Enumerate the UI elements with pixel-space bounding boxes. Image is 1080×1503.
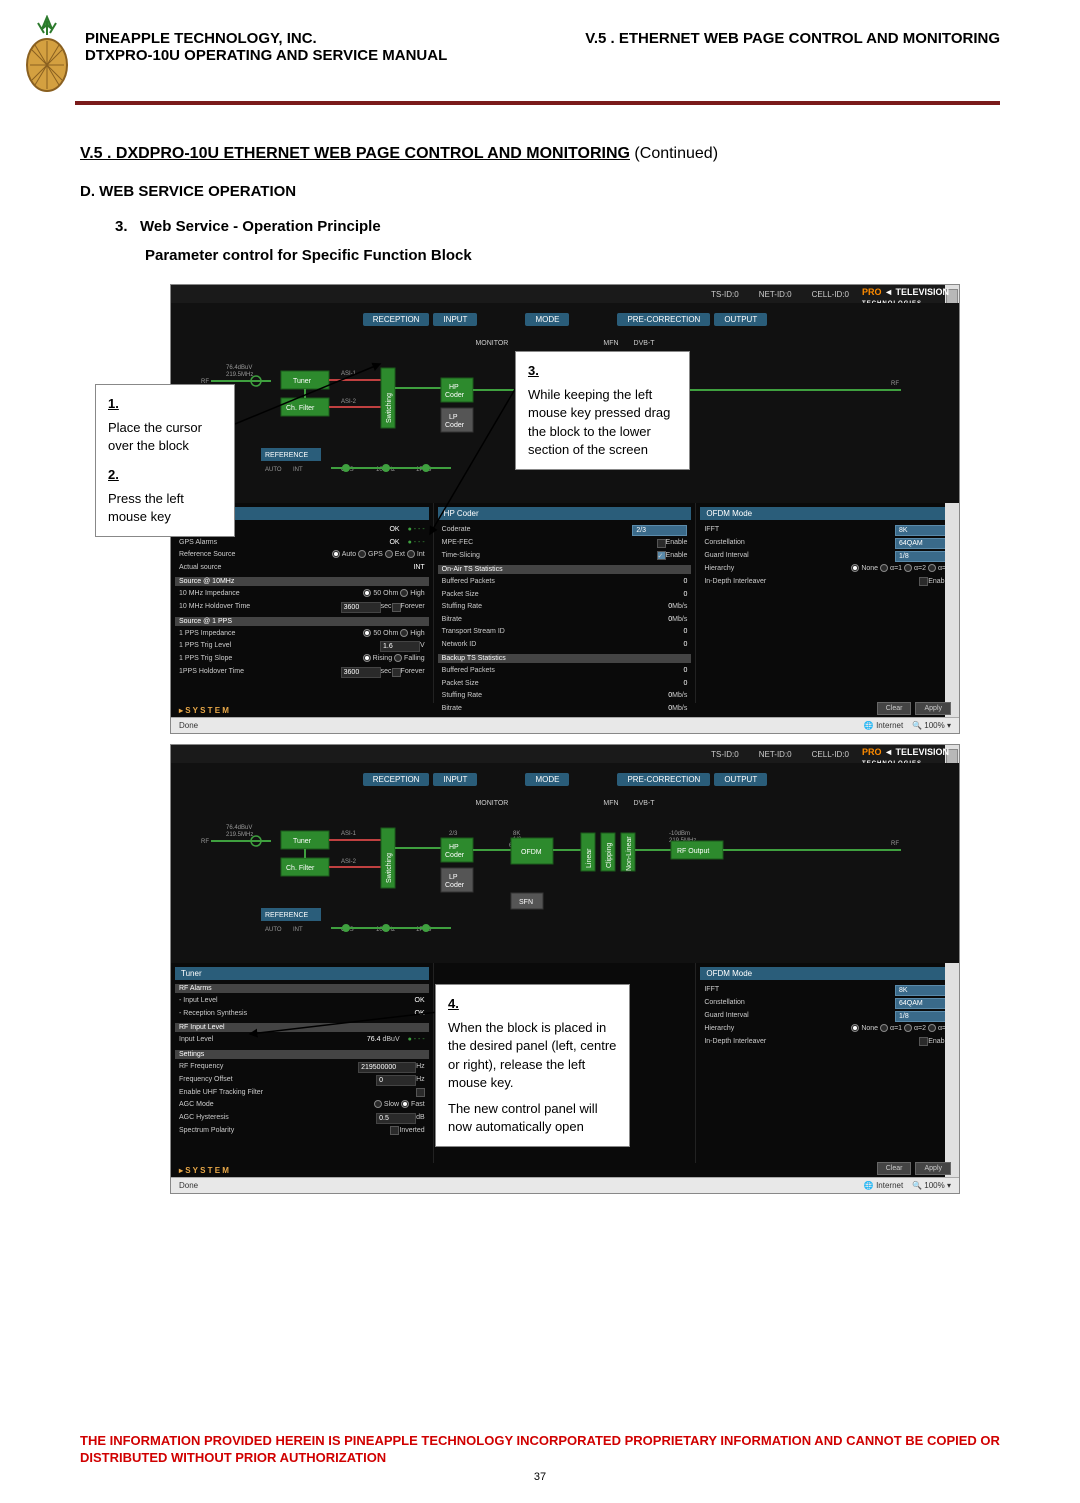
svg-text:RF: RF — [891, 381, 899, 387]
callout-4: 4. When the block is placed in the desir… — [435, 984, 630, 1147]
svg-text:Coder: Coder — [445, 392, 465, 399]
page-number: 37 — [80, 1471, 1000, 1483]
apply-button[interactable]: Apply — [915, 702, 951, 715]
svg-text:ASI-1: ASI-1 — [341, 371, 357, 377]
radio-50ohm[interactable] — [363, 589, 371, 597]
chk-timeslicing[interactable]: ✓ — [657, 551, 666, 560]
callout-1-2: 1. Place the cursor over the block 2. Pr… — [95, 384, 235, 537]
svg-text:LP: LP — [449, 414, 458, 421]
top-info-bar: TS-ID:0 NET-ID:0 CELL-ID:0 — [171, 285, 959, 303]
svg-text:Linear: Linear — [586, 848, 593, 868]
svg-text:ASI-2: ASI-2 — [341, 859, 357, 865]
page-footer: THE INFORMATION PROVIDED HEREIN IS PINEA… — [80, 1433, 1000, 1483]
svg-text:SFN: SFN — [519, 899, 533, 906]
subsection-d: D. WEB SERVICE OPERATION — [80, 183, 1000, 200]
chk-spectrum-pol[interactable] — [390, 1126, 399, 1135]
panel-tuner: Tuner RF Alarms - Input LevelOK - Recept… — [171, 963, 434, 1163]
pineapple-logo-icon — [20, 15, 75, 95]
svg-text:Switching: Switching — [386, 853, 393, 883]
svg-text:REFERENCE: REFERENCE — [265, 912, 309, 919]
tab-input[interactable]: INPUT — [433, 313, 477, 326]
company-name: PINEAPPLE TECHNOLOGY, INC. — [85, 30, 447, 47]
input-holdover-10[interactable]: 3600 — [341, 602, 381, 613]
system-button[interactable]: ▸ S Y S T E M — [179, 1166, 229, 1175]
svg-text:Ch. Filter: Ch. Filter — [286, 405, 315, 412]
svg-text:2/3: 2/3 — [449, 831, 458, 837]
input-trig-level[interactable]: 1.6 — [380, 641, 420, 652]
panel-ofdm: OFDM Mode IFFT8K Constellation64QAM Guar… — [696, 503, 959, 703]
tab-reception[interactable]: RECEPTION — [363, 313, 430, 326]
svg-text:76.4dBuV: 76.4dBuV — [226, 825, 252, 831]
tab-precorrection[interactable]: PRE-CORRECTION — [617, 313, 710, 326]
proprietary-notice: THE INFORMATION PROVIDED HEREIN IS PINEA… — [80, 1433, 1000, 1467]
browser-statusbar: Done 🌐 Internet 🔍 100% ▾ — [171, 1177, 959, 1193]
svg-text:Tuner: Tuner — [293, 378, 312, 385]
chk-uhf-track[interactable] — [416, 1088, 425, 1097]
svg-text:-10dBm: -10dBm — [669, 831, 690, 837]
manual-title: DTXPRO-10U OPERATING AND SERVICE MANUAL — [85, 47, 447, 64]
input-rf-freq[interactable]: 219500000 — [358, 1062, 416, 1073]
svg-text:INT: INT — [293, 467, 303, 473]
svg-text:Coder: Coder — [445, 882, 465, 889]
subsection-desc: Parameter control for Specific Function … — [145, 247, 1000, 264]
svg-text:RF: RF — [201, 839, 209, 845]
subsection-3: 3. Web Service - Operation Principle — [115, 218, 1000, 235]
callout-3: 3. While keeping the left mouse key pres… — [515, 351, 690, 470]
system-button[interactable]: ▸ S Y S T E M — [179, 706, 229, 715]
block-diagram-area: RECEPTION INPUT MODE PRE-CORRECTION OUTP… — [171, 763, 959, 963]
svg-text:AUTO: AUTO — [265, 467, 282, 473]
svg-text:AUTO: AUTO — [265, 927, 282, 933]
screenshots-container: 1. Place the cursor over the block 2. Pr… — [170, 284, 960, 1194]
input-agc-hys[interactable]: 0.5 — [376, 1113, 416, 1124]
svg-text:Non-Linear: Non-Linear — [626, 836, 633, 871]
select-const[interactable]: 64QAM — [895, 538, 950, 549]
svg-text:76.4dBuV: 76.4dBuV — [226, 365, 252, 371]
apply-button[interactable]: Apply — [915, 1162, 951, 1175]
svg-text:INT: INT — [293, 927, 303, 933]
clear-button[interactable]: Clear — [877, 1162, 912, 1175]
svg-text:Switching: Switching — [386, 393, 393, 423]
radio-int[interactable] — [407, 550, 415, 558]
svg-text:ASI-2: ASI-2 — [341, 399, 357, 405]
svg-text:REFERENCE: REFERENCE — [265, 452, 309, 459]
svg-text:HP: HP — [449, 844, 459, 851]
input-freq-offset[interactable]: 0 — [376, 1075, 416, 1086]
svg-text:HP: HP — [449, 384, 459, 391]
svg-text:LP: LP — [449, 874, 458, 881]
browser-statusbar: Done 🌐 Internet 🔍 100% ▾ — [171, 717, 959, 733]
svg-text:ASI-1: ASI-1 — [341, 831, 357, 837]
section-title: V.5 . DXDPRO-10U ETHERNET WEB PAGE CONTR… — [80, 145, 1000, 163]
signal-diagram-full: RF 76.4dBuV 219.5MHz Tuner Ch. Filter AS… — [201, 813, 921, 943]
radio-high[interactable] — [400, 589, 408, 597]
svg-text:Tuner: Tuner — [293, 838, 312, 845]
svg-text:RF: RF — [891, 841, 899, 847]
radio-ext[interactable] — [385, 550, 393, 558]
header-rule — [75, 101, 1000, 105]
chk-interleaver[interactable] — [919, 577, 928, 586]
chk-forever-10[interactable] — [392, 603, 401, 612]
radio-auto[interactable] — [332, 550, 340, 558]
tab-output[interactable]: OUTPUT — [714, 313, 767, 326]
select-coderate[interactable]: 2/3 — [632, 525, 687, 536]
panel-hpcoder: HP Coder Coderate2/3 MPE-FECEnable Time-… — [434, 503, 697, 703]
panel-ofdm: OFDM Mode IFFT8K Constellation64QAM Guar… — [696, 963, 959, 1163]
page-header: PINEAPPLE TECHNOLOGY, INC. DTXPRO-10U OP… — [80, 30, 1000, 95]
svg-text:Coder: Coder — [445, 422, 465, 429]
svg-text:OFDM: OFDM — [521, 849, 542, 856]
clear-button[interactable]: Clear — [877, 702, 912, 715]
svg-text:Clipping: Clipping — [606, 843, 613, 868]
select-ifft[interactable]: 8K — [895, 525, 950, 536]
control-panels: Reference Reference AlarmsOK● - - - GPS … — [171, 503, 959, 703]
chapter-title: V.5 . ETHERNET WEB PAGE CONTROL AND MONI… — [585, 30, 1000, 64]
svg-text:Coder: Coder — [445, 852, 465, 859]
svg-text:Ch. Filter: Ch. Filter — [286, 865, 315, 872]
radio-gps[interactable] — [358, 550, 366, 558]
svg-text:RF Output: RF Output — [677, 848, 709, 855]
top-info-bar: TS-ID:0 NET-ID:0 CELL-ID:0 — [171, 745, 959, 763]
svg-text:219.5MHz: 219.5MHz — [226, 372, 253, 378]
chk-mpefec[interactable] — [657, 539, 666, 548]
svg-text:219.5MHz: 219.5MHz — [226, 832, 253, 838]
select-guard[interactable]: 1/8 — [895, 551, 950, 562]
tab-mode[interactable]: MODE — [525, 313, 569, 326]
